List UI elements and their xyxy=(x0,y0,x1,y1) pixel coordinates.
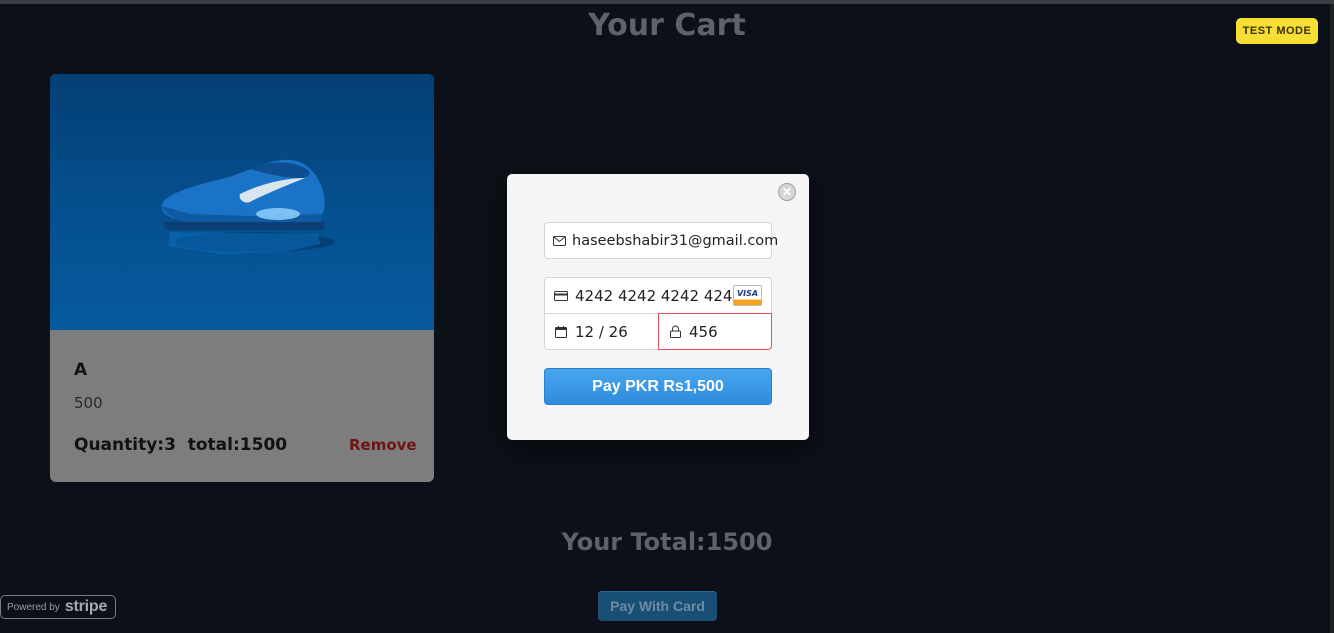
card-number-value: 4242 4242 4242 4242 xyxy=(575,286,742,305)
calendar-icon xyxy=(553,324,569,340)
quantity-total: Quantity:3 total:1500 xyxy=(74,435,288,455)
product-name: A xyxy=(74,360,88,380)
sneaker-image xyxy=(161,159,335,254)
powered-by-stripe-badge[interactable]: Powered by stripe xyxy=(0,595,116,619)
test-mode-badge: TEST MODE xyxy=(1236,18,1318,44)
expiry-field[interactable]: 12 / 26 xyxy=(544,313,659,350)
visa-icon: VISA xyxy=(733,285,762,306)
card-number-field[interactable]: 4242 4242 4242 4242 VISA xyxy=(544,277,772,314)
remove-button[interactable]: Remove xyxy=(349,436,417,454)
stripe-logo: stripe xyxy=(64,598,108,615)
window-top-bar xyxy=(0,0,1334,4)
envelope-icon xyxy=(553,233,566,249)
email-field[interactable]: haseebshabir31@gmail.com xyxy=(544,222,778,259)
checkout-modal: ✕ haseebshabir31@gmail.com 4242 4242 424… xyxy=(507,174,809,440)
powered-by-label: Powered by xyxy=(7,601,60,613)
page-title: Your Cart xyxy=(588,8,746,43)
lock-icon xyxy=(667,324,683,340)
cart-item-card: A 500 Quantity:3 total:1500 Remove xyxy=(50,74,434,482)
expiry-value: 12 / 26 xyxy=(575,322,628,341)
product-price: 500 xyxy=(74,394,103,412)
cart-total: Your Total:1500 xyxy=(561,528,773,556)
cvc-value: 456 xyxy=(689,322,718,341)
email-value: haseebshabir31@gmail.com xyxy=(572,232,779,249)
product-image xyxy=(50,74,434,330)
pay-button[interactable]: Pay PKR Rs1,500 xyxy=(544,368,772,405)
cvc-field[interactable]: 456 xyxy=(658,313,772,350)
credit-card-icon xyxy=(553,288,569,304)
pay-with-card-button[interactable]: Pay With Card xyxy=(598,591,717,621)
close-icon[interactable]: ✕ xyxy=(778,183,796,201)
